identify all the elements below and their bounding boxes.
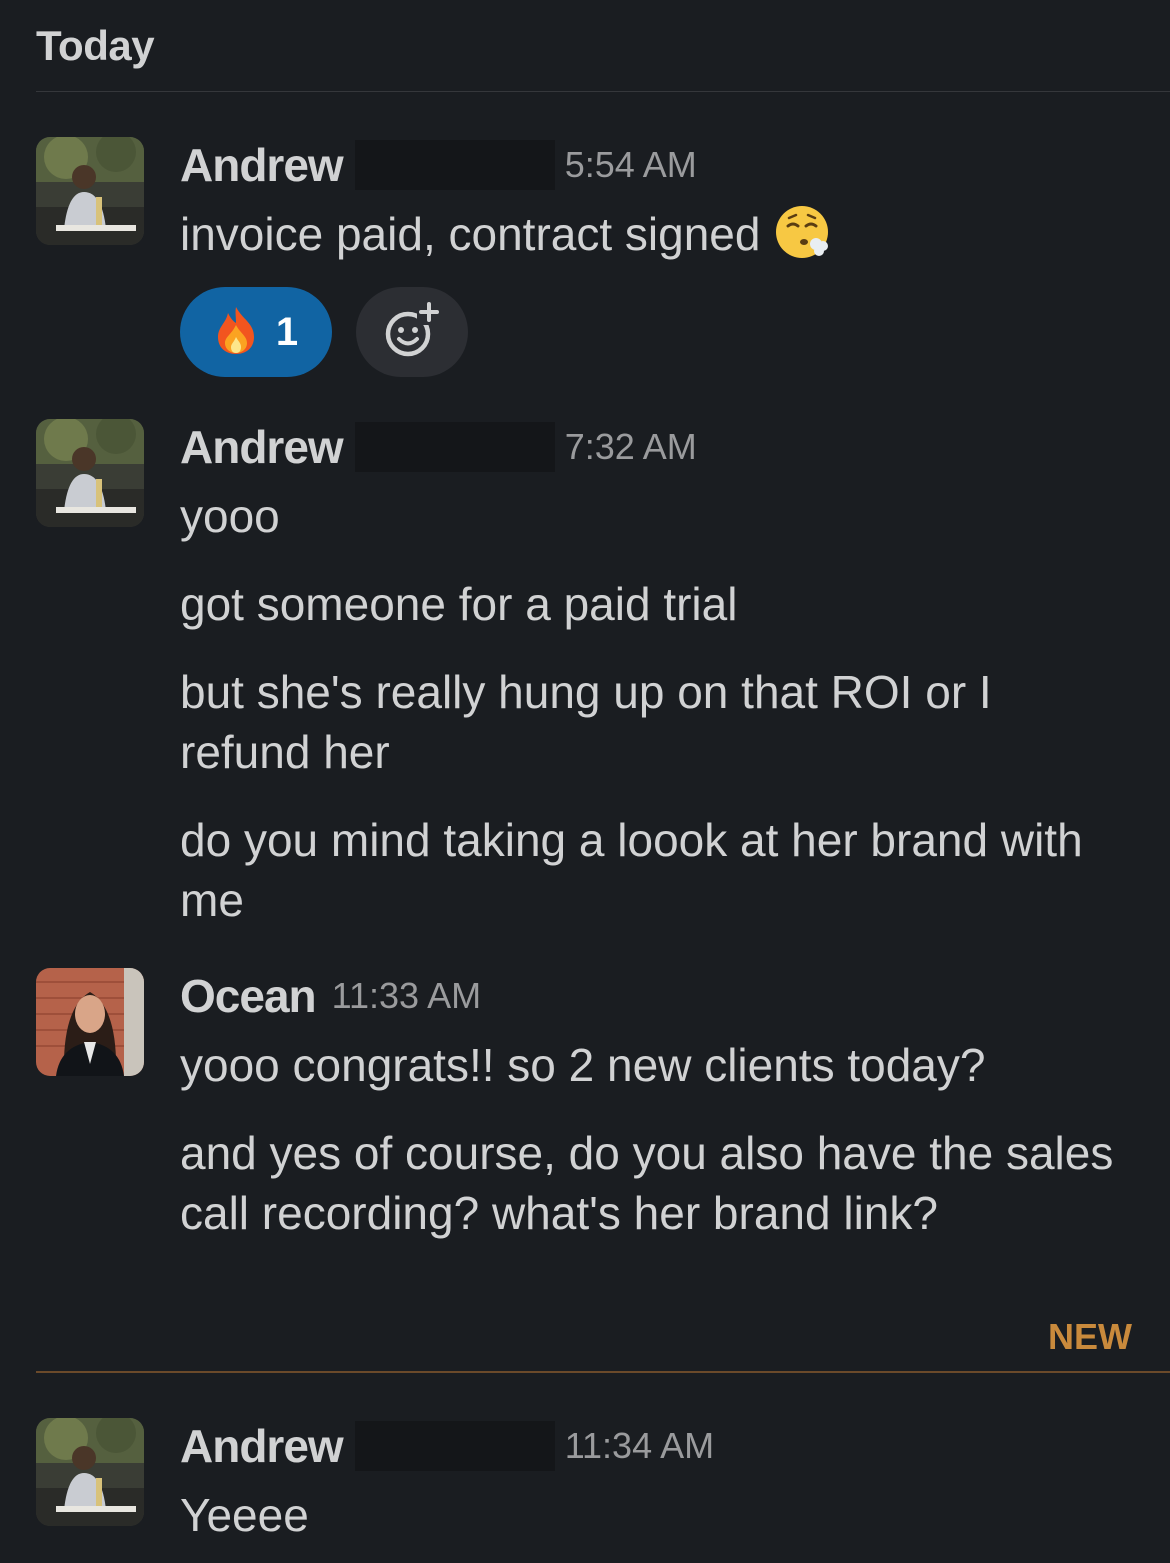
new-messages-divider (36, 1371, 1170, 1373)
reaction-fire-button[interactable]: 1 (180, 287, 332, 377)
message-paragraph: invoice paid, contract signed (180, 204, 1134, 264)
redacted-block (354, 140, 555, 190)
message-paragraph: and yes of course, do you also have the … (180, 1127, 1114, 1239)
add-reaction-button[interactable] (356, 287, 468, 377)
redacted-block (354, 422, 555, 472)
day-divider-label[interactable]: Today (36, 22, 155, 70)
message-header: Andrew 7:32 AM (180, 419, 697, 475)
ocean-avatar[interactable] (36, 968, 144, 1076)
fire-icon (214, 305, 258, 360)
sender-name[interactable]: Andrew (180, 420, 344, 474)
message-header: Ocean 11:33 AM (180, 968, 481, 1024)
redacted-block (354, 1421, 555, 1471)
reactions-row: 1 (180, 287, 468, 377)
message-paragraph: Yeeee (180, 1489, 309, 1541)
message-paragraph: but she's really hung up on that ROI or … (180, 666, 992, 778)
message-header: Andrew 5:54 AM (180, 137, 697, 193)
reaction-count: 1 (275, 309, 299, 354)
sender-name[interactable]: Andrew (180, 1419, 344, 1473)
message-body: invoice paid, contract signed (180, 204, 1134, 264)
message-header: Andrew 11:34 AM (180, 1418, 714, 1474)
message-timestamp[interactable]: 11:33 AM (332, 975, 481, 1017)
message-timestamp[interactable]: 11:34 AM (565, 1425, 714, 1467)
new-messages-label: NEW (1048, 1316, 1132, 1357)
andrew-avatar[interactable] (36, 419, 144, 527)
andrew-avatar[interactable] (36, 137, 144, 245)
sender-name[interactable]: Ocean (180, 969, 317, 1023)
message-paragraph: yooo (180, 490, 280, 542)
message-body: yooo got someone for a paid trial but sh… (180, 486, 1134, 930)
message-paragraph: got someone for a paid trial (180, 578, 738, 630)
message-timestamp[interactable]: 7:32 AM (565, 426, 697, 468)
andrew-avatar[interactable] (36, 1418, 144, 1526)
add-reaction-icon (383, 300, 441, 364)
message-body: yooo congrats!! so 2 new clients today? … (180, 1035, 1134, 1243)
day-divider-line (36, 91, 1170, 92)
message-timestamp[interactable]: 5:54 AM (565, 144, 697, 186)
message-text: invoice paid, contract signed (180, 208, 761, 260)
message-paragraph: do you mind taking a loook at her brand … (180, 814, 1083, 926)
message-body: Yeeee (180, 1485, 1134, 1545)
message-paragraph: yooo congrats!! so 2 new clients today? (180, 1039, 986, 1091)
sender-name[interactable]: Andrew (180, 138, 344, 192)
face-exhaling-icon (774, 204, 830, 260)
